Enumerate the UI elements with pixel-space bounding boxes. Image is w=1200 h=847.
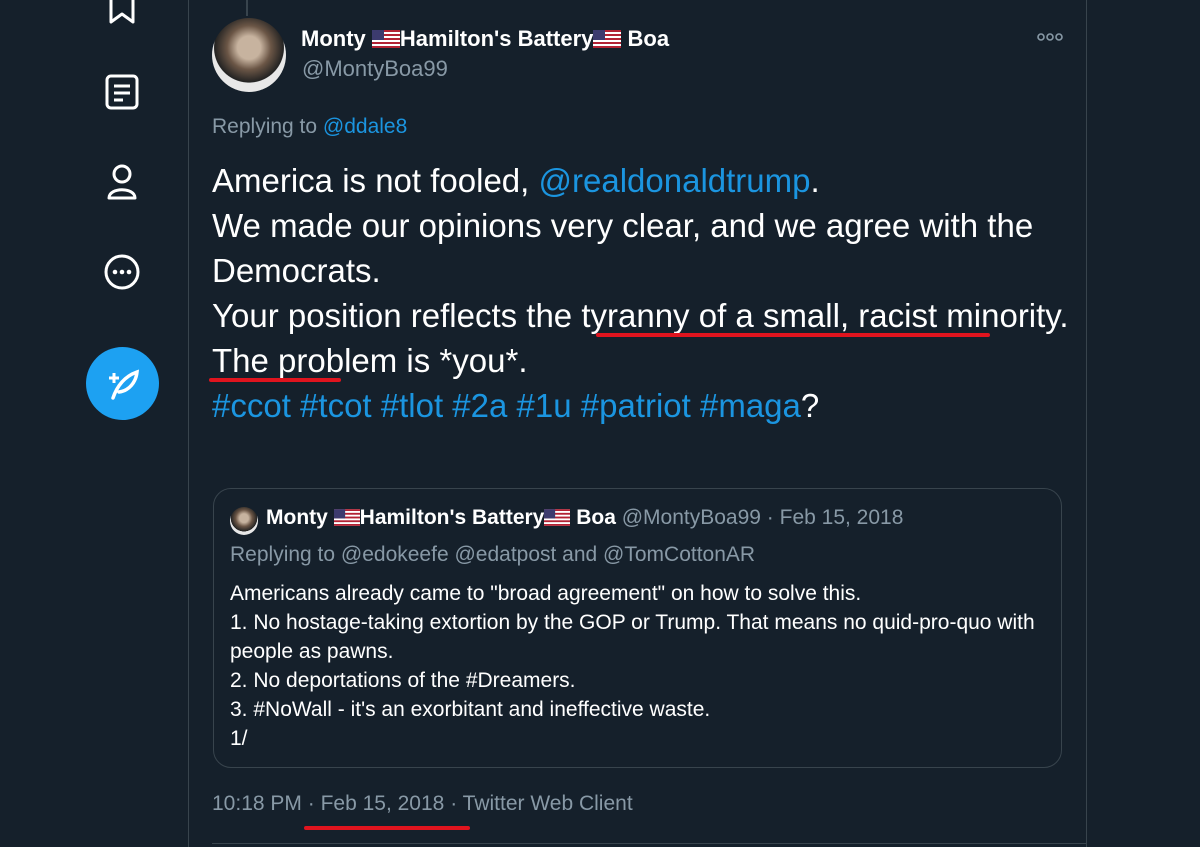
annotation-underline — [209, 378, 341, 382]
display-name-part: Boa — [570, 506, 616, 529]
quoted-line: 2. No deportations of the #Dreamers. — [230, 669, 576, 692]
display-name-part: Monty — [301, 26, 372, 51]
author-handle[interactable]: @MontyBoa99 — [302, 56, 448, 82]
quoted-tweet-text: Americans already came to "broad agreeme… — [230, 579, 1050, 753]
us-flag-icon — [371, 30, 400, 48]
tweet-line: Your position reflects the — [212, 297, 582, 334]
tweet-line: America is not fooled, — [212, 162, 539, 199]
quoted-line: Americans already came to "broad agreeme… — [230, 582, 862, 605]
column-divider — [1086, 0, 1087, 847]
tweet-timestamp: 10:18 PM · Feb 15, 2018 · Twitter Web Cl… — [212, 792, 633, 816]
mention-link[interactable]: @realdonaldtrump — [539, 162, 811, 199]
thread-connector — [246, 0, 248, 16]
hashtag-links[interactable]: #ccot #tcot #tlot #2a #1u #patriot #maga — [212, 387, 801, 424]
quoted-line: 1/ — [230, 727, 248, 750]
display-name-part: Hamilton's Battery — [399, 26, 594, 51]
quoted-replying-to: Replying to @edokeefe @edatpost and @Tom… — [230, 543, 756, 566]
us-flag-icon — [333, 509, 360, 526]
quoted-line: 3. #NoWall - it's an exorbitant and inef… — [230, 698, 711, 721]
compose-tweet-button[interactable] — [86, 347, 159, 420]
annotation-underline — [304, 826, 470, 830]
quoted-author-display-name: Monty Hamilton's Battery Boa — [266, 506, 616, 529]
us-flag-icon — [544, 509, 571, 526]
replying-to-link[interactable]: @ddale8 — [323, 115, 407, 138]
sidebar-nav — [0, 0, 189, 847]
highlighted-text: tyranny of a small, racist minority. — [581, 297, 1069, 334]
tweet-line: ? — [800, 387, 820, 424]
tweet-line: The problem is *you*. — [212, 342, 528, 379]
more-options-icon — [1037, 33, 1063, 41]
profile-icon[interactable] — [102, 162, 142, 202]
bookmark-icon[interactable] — [102, 0, 142, 28]
display-name-part: Monty — [266, 506, 334, 529]
tweet-date[interactable]: Feb 15, 2018 — [321, 792, 445, 815]
separator: · — [307, 792, 315, 815]
tweet-client[interactable]: Twitter Web Client — [463, 792, 633, 815]
tweet-line: . — [810, 162, 820, 199]
annotation-underline — [596, 333, 990, 337]
display-name-part: Hamilton's Battery — [359, 506, 545, 529]
replying-to-label: Replying to — [212, 115, 323, 138]
quoted-tweet-header: Monty Hamilton's Battery Boa @MontyBoa99… — [266, 506, 903, 530]
quoted-line: 1. No hostage-taking extortion by the GO… — [230, 611, 1035, 663]
more-options-button[interactable] — [1036, 28, 1064, 46]
more-icon[interactable] — [102, 252, 142, 292]
tweet-time[interactable]: 10:18 PM — [212, 792, 302, 815]
divider — [212, 843, 1086, 844]
replying-to: Replying to @ddale8 — [212, 115, 407, 139]
quoted-author-avatar — [230, 507, 258, 535]
lists-icon[interactable] — [102, 72, 142, 112]
display-name-part: Boa — [621, 26, 670, 51]
quoted-tweet-meta: @MontyBoa99 · Feb 15, 2018 — [621, 506, 904, 529]
quoted-tweet[interactable]: Monty Hamilton's Battery Boa @MontyBoa99… — [213, 488, 1062, 768]
tweet-line: We made our opinions very clear, and we … — [212, 207, 1034, 289]
compose-tweet-icon — [108, 368, 139, 400]
tweet-text: America is not fooled, @realdonaldtrump.… — [212, 158, 1082, 428]
separator: · — [450, 792, 458, 815]
us-flag-icon — [593, 30, 622, 48]
author-avatar[interactable] — [212, 18, 286, 92]
author-display-name[interactable]: Monty Hamilton's Battery Boa — [301, 26, 669, 52]
